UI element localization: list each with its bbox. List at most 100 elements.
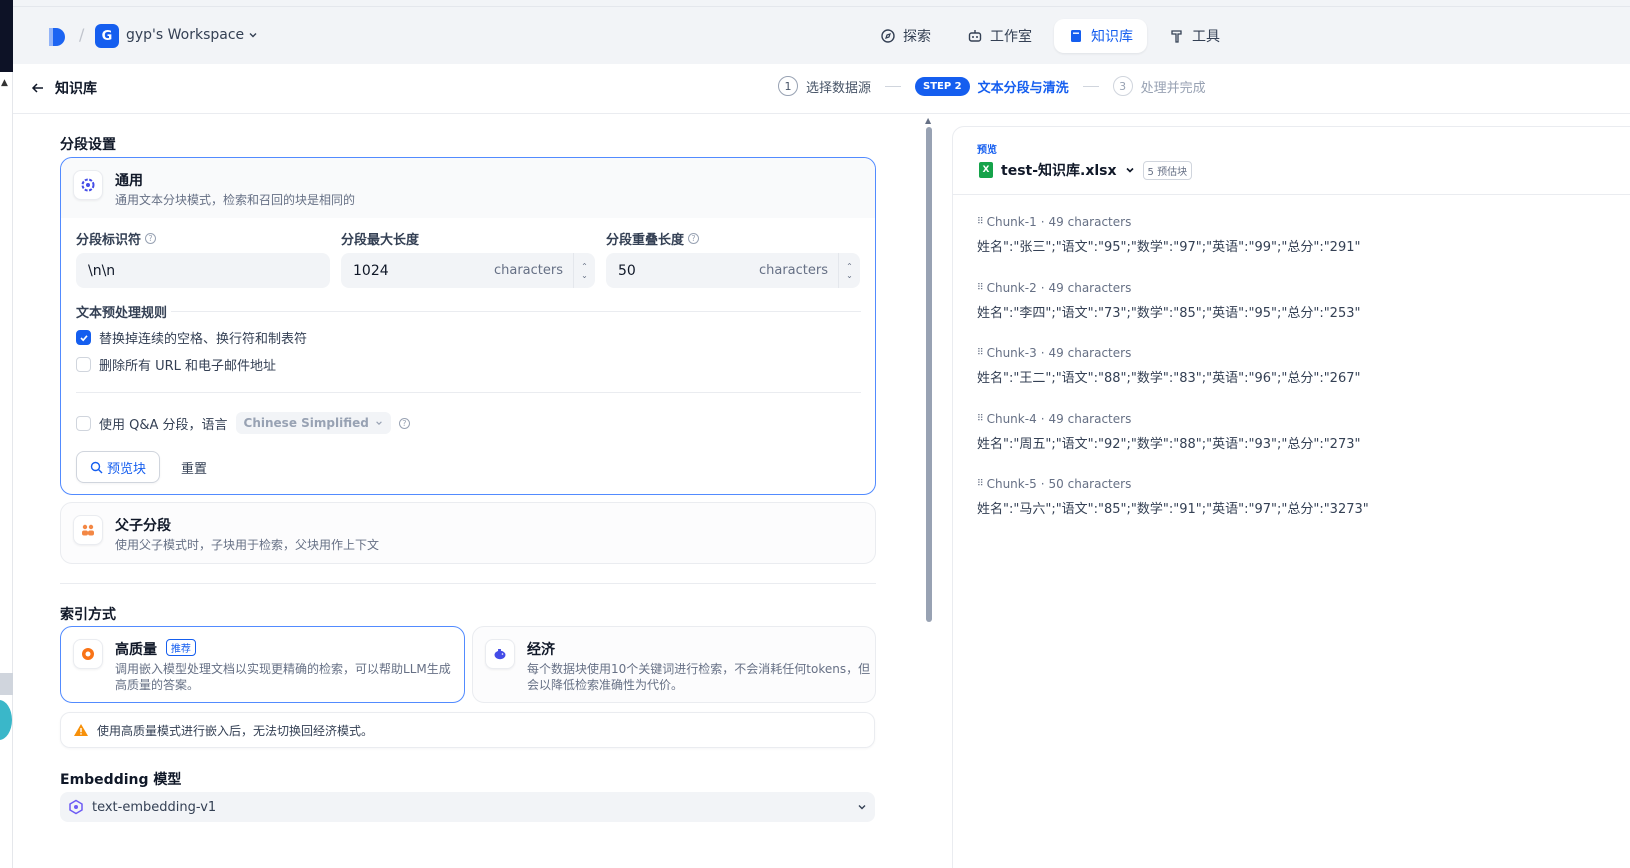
- chunk-text: 姓名":"李四";"语文":"73";"数学":"85";"英语":"95";"…: [977, 305, 1361, 321]
- settings-scrollbar[interactable]: ▲: [924, 114, 934, 868]
- sparkle-icon: [73, 639, 103, 669]
- nav-tools-label: 工具: [1192, 29, 1220, 45]
- overlap-input[interactable]: 50 characters ⌃ ⌄: [606, 253, 860, 288]
- high-quality-header: 高质量 推荐 调用嵌入模型处理文档以实现更精确的检索，可以帮助LLM生成 高质量…: [73, 639, 451, 693]
- chunk-id: Chunk-1: [986, 215, 1037, 229]
- segment-settings-title: 分段设置: [60, 137, 116, 153]
- nav-explore-label: 探索: [903, 29, 931, 45]
- chevron-down-icon[interactable]: ⌄: [581, 271, 588, 280]
- warning-icon: [74, 724, 88, 736]
- checkbox-unchecked[interactable]: [76, 415, 91, 431]
- step-divider: [1082, 85, 1099, 87]
- high-quality-card[interactable]: 高质量 推荐 调用嵌入模型处理文档以实现更精确的检索，可以帮助LLM生成 高质量…: [60, 626, 465, 703]
- scroll-up-arrow-icon[interactable]: ▲: [925, 116, 931, 125]
- scroll-up-icon[interactable]: ▲: [1, 78, 8, 88]
- step-2-label: 文本分段与清洗: [977, 80, 1069, 96]
- general-desc: 通用文本分块模式，检索和召回的块是相同的: [115, 193, 356, 207]
- scrollbar-thumb[interactable]: [926, 127, 932, 622]
- chunk-chars: 50 characters: [1048, 477, 1132, 491]
- reset-button[interactable]: 重置: [173, 451, 215, 483]
- chevron-down-icon[interactable]: ⌄: [846, 271, 853, 280]
- preview-chunks-button[interactable]: 预览块: [76, 451, 160, 483]
- rule-remove-urls[interactable]: 删除所有 URL 和电子邮件地址: [76, 355, 276, 374]
- arrow-left-icon: [31, 83, 43, 93]
- back-button[interactable]: 知识库: [31, 78, 97, 98]
- check-icon: [79, 334, 88, 341]
- overlap-label-text: 分段重叠长度: [606, 233, 685, 248]
- rule-replace-spaces[interactable]: 替换掉连续的空格、换行符和制表符: [76, 328, 307, 347]
- nav-tools[interactable]: 工具: [1155, 19, 1234, 53]
- chunk-chars: 49 characters: [1048, 215, 1132, 229]
- preview-file-selector[interactable]: X test-知识库.xlsx 5 预估块: [979, 160, 1193, 180]
- max-length-unit: characters: [493, 263, 563, 278]
- chevron-up-icon[interactable]: ⌃: [581, 262, 588, 271]
- qa-divider: [76, 392, 861, 393]
- sub-header: 知识库 1 选择数据源 STEP 2 文本分段与清洗 3 处理并完成: [13, 64, 1630, 114]
- floating-assistant-icon[interactable]: [0, 700, 12, 740]
- economy-desc-1: 每个数据块使用10个关键词进行检索，不会消耗任何tokens，但: [527, 662, 871, 676]
- economy-card[interactable]: 经济 每个数据块使用10个关键词进行检索，不会消耗任何tokens，但 会以降低…: [472, 626, 876, 703]
- step-2-badge: STEP 2: [915, 76, 970, 96]
- index-warning: 使用高质量模式进行嵌入后，无法切换回经济模式。: [60, 712, 875, 748]
- chunk-id: Chunk-4: [986, 411, 1037, 426]
- separator-input[interactable]: \n\n: [76, 253, 330, 288]
- recommended-badge: 推荐: [165, 639, 196, 656]
- info-icon[interactable]: ?: [145, 233, 157, 244]
- users-icon: [73, 515, 103, 545]
- workspace-switcher[interactable]: gyp's Workspace: [126, 27, 258, 43]
- chunk-meta: ⠿ Chunk-2 · 49 characters: [977, 281, 1360, 295]
- app-logo-icon[interactable]: [47, 26, 67, 48]
- checkbox-unchecked[interactable]: [76, 357, 91, 372]
- qa-segment-option[interactable]: 使用 Q&A 分段，语言 Chinese Simplified ?: [76, 412, 410, 434]
- robot-icon: [968, 30, 982, 42]
- workspace-name: gyp's Workspace: [126, 27, 245, 43]
- economy-header: 经济 每个数据块使用10个关键词进行检索，不会消耗任何tokens，但 会以降低…: [485, 639, 870, 693]
- gear-icon: [73, 170, 103, 200]
- workspace-avatar[interactable]: G: [95, 24, 119, 48]
- chunk-text: 姓名":"周五";"语文":"92";"数学":"88";"英语":"93";"…: [977, 436, 1361, 452]
- overlap-value: 50: [618, 262, 636, 279]
- nav-knowledge[interactable]: 知识库: [1054, 19, 1147, 53]
- meta-separator: ·: [1040, 346, 1045, 360]
- section-divider: [60, 583, 876, 584]
- embedding-model-title: Embedding 模型: [60, 772, 182, 788]
- rule-remove-urls-label: 删除所有 URL 和电子邮件地址: [99, 359, 277, 374]
- chunk-item: ⠿ Chunk-5 · 50 characters 姓名":"马六";"语文":"85"…: [977, 477, 1369, 517]
- nav-studio[interactable]: 工作室: [953, 19, 1046, 53]
- chevron-up-icon[interactable]: ⌃: [846, 262, 853, 271]
- parent-child-mode-card[interactable]: 父子分段 使用父子模式时，子块用于检索，父块用作上下文: [60, 502, 876, 564]
- parent-child-desc: 使用父子模式时，子块用于检索，父块用作上下文: [115, 538, 380, 552]
- chunk-item: ⠿ Chunk-1 · 49 characters 姓名":"张三";"语文":"95"…: [977, 215, 1360, 255]
- index-warning-text: 使用高质量模式进行嵌入后，无法切换回经济模式。: [97, 723, 374, 738]
- stepper: 1 选择数据源 STEP 2 文本分段与清洗 3 处理并完成: [778, 76, 1206, 96]
- embedding-model-select[interactable]: text-embedding-v1: [60, 792, 875, 822]
- nav-knowledge-label: 知识库: [1091, 29, 1133, 45]
- separator-label-text: 分段标识符: [76, 233, 142, 248]
- chunk-text: 姓名":"马六";"语文":"85";"数学":"91";"英语":"97";"…: [977, 502, 1369, 517]
- max-length-value: 1024: [353, 262, 389, 279]
- chunk-id: Chunk-5: [986, 477, 1037, 491]
- nav-explore[interactable]: 探索: [866, 19, 945, 53]
- parent-child-card-header: 父子分段 使用父子模式时，子块用于检索，父块用作上下文: [73, 515, 379, 553]
- qa-language-select[interactable]: Chinese Simplified: [235, 412, 391, 434]
- grip-icon: ⠿: [977, 217, 984, 227]
- chevron-down-icon: [249, 33, 257, 38]
- grip-icon: ⠿: [977, 348, 984, 358]
- high-quality-desc-1: 调用嵌入模型处理文档以实现更精确的检索，可以帮助LLM生成: [115, 662, 451, 676]
- preview-chunks-label: 预览块: [106, 461, 146, 477]
- chunk-chars: 49 characters: [1048, 411, 1132, 426]
- max-length-stepper[interactable]: ⌃ ⌄: [573, 253, 595, 288]
- info-icon[interactable]: ?: [688, 233, 700, 244]
- checkbox-checked[interactable]: [76, 330, 91, 345]
- rule-replace-spaces-label: 替换掉连续的空格、换行符和制表符: [99, 332, 308, 347]
- chevron-down-icon: [376, 421, 382, 425]
- overlap-stepper[interactable]: ⌃ ⌄: [838, 253, 860, 288]
- step-3-label: 处理并完成: [1140, 80, 1206, 96]
- max-length-input[interactable]: 1024 characters ⌃ ⌄: [341, 253, 595, 288]
- chunk-id: Chunk-3: [986, 346, 1037, 360]
- general-mode-card[interactable]: 通用 通用文本分块模式，检索和召回的块是相同的 分段标识符 ? \n\n 分段最…: [60, 157, 876, 495]
- chunk-meta: ⠿ Chunk-5 · 50 characters: [977, 477, 1369, 491]
- info-icon[interactable]: ?: [398, 417, 410, 429]
- preview-label: 预览: [977, 145, 997, 156]
- preview-panel: 预览 X test-知识库.xlsx 5 预估块 ⠿ Chunk-1 · 49 cha…: [952, 126, 1630, 868]
